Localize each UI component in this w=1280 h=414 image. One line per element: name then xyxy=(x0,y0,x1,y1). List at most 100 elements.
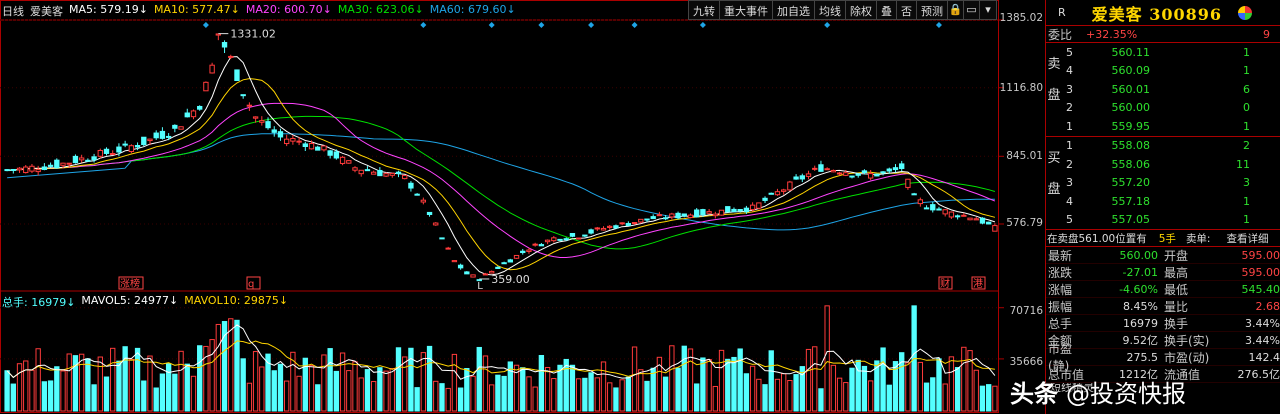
sell-order-row-2[interactable]: 2 560.00 0 xyxy=(1046,99,1280,118)
window-icon[interactable]: ▭ xyxy=(964,1,980,19)
candle-body xyxy=(712,213,719,217)
candle-body xyxy=(159,130,166,139)
down-arrow-icon: ↓ xyxy=(138,3,148,16)
volume-bar xyxy=(836,377,843,412)
candle-body xyxy=(203,81,209,92)
candle-body xyxy=(321,145,327,151)
candle-body xyxy=(656,214,663,217)
candle-body xyxy=(899,163,905,169)
pie-chart-icon[interactable] xyxy=(1238,5,1253,20)
lock-icon[interactable]: 🔒 xyxy=(948,1,964,19)
volume-bar xyxy=(209,339,215,412)
down-arrow-icon: ↓ xyxy=(230,3,240,16)
candle-body xyxy=(60,162,66,166)
order-qty: 1 xyxy=(1243,45,1250,59)
candle-body xyxy=(445,247,451,250)
candle-body xyxy=(103,148,110,154)
event-diamond-icon xyxy=(588,22,595,28)
volume-bar xyxy=(650,367,656,412)
sell-order-row-5[interactable]: 5 560.11 1 xyxy=(1046,43,1280,62)
sell-order-row-4[interactable]: 4 560.09 1 xyxy=(1046,62,1280,81)
volume-bar xyxy=(147,355,153,412)
info-label: 总手 xyxy=(1048,316,1073,331)
tag-hk: 港 xyxy=(973,278,983,290)
overlay-button[interactable]: 叠 xyxy=(877,1,897,19)
watermark-text: @投资快报 xyxy=(1066,380,1186,408)
order-qty: 1 xyxy=(1243,64,1250,78)
add-watchlist-button[interactable]: 加自选 xyxy=(773,1,815,19)
volume-bar xyxy=(520,367,526,412)
buy-order-row-5[interactable]: 5 557.05 1 xyxy=(1046,211,1280,230)
info-label: 涨幅 xyxy=(1048,282,1073,297)
volume-bar xyxy=(35,348,41,412)
candle-body xyxy=(47,164,54,167)
buy-order-row-4[interactable]: 4 557.18 1 xyxy=(1046,192,1280,211)
volume-bar xyxy=(824,305,830,412)
event-diamond-icon xyxy=(202,22,209,28)
volume-bar xyxy=(625,376,632,412)
candle-body xyxy=(619,222,625,225)
kline-chart-svg[interactable]: 1331.02 359.00 涨榜 q 财 港 L xyxy=(0,0,1045,414)
fou-button[interactable]: 否 xyxy=(897,1,917,19)
volume-bar xyxy=(134,347,141,412)
order-price: 560.01 xyxy=(1111,82,1151,96)
volume-bar xyxy=(588,372,594,412)
volume-bar xyxy=(122,346,128,412)
volume-bar xyxy=(315,384,321,412)
jiuzhuan-button[interactable]: 九转 xyxy=(689,1,720,19)
candle-body xyxy=(35,169,41,173)
candle-body xyxy=(787,181,793,191)
volume-bar xyxy=(29,369,35,412)
volume-bar xyxy=(395,347,402,412)
sell-order-row-3[interactable]: 3 560.01 6 xyxy=(1046,80,1280,99)
candle-body xyxy=(259,120,265,123)
kline-chart-area[interactable]: 1331.02 359.00 涨榜 q 财 港 L 日线 爱美客 MA5: 579.19↓ … xyxy=(0,0,1045,414)
forecast-button[interactable]: 预测 xyxy=(917,1,948,19)
volume-legend: 总手: 16979↓ MAVOL5: 24977↓ MAVOL10: 29875… xyxy=(2,294,288,310)
ex-rights-button[interactable]: 除权 xyxy=(846,1,877,19)
volume-bar xyxy=(402,356,408,412)
sell-order-row-1[interactable]: 1 559.95 1 xyxy=(1046,117,1280,136)
ma-settings-button[interactable]: 均线 xyxy=(815,1,846,19)
volume-bar xyxy=(936,358,942,412)
candle-body xyxy=(153,132,159,139)
legend-ma10: MA10: 577.47↓ xyxy=(153,3,240,16)
view-detail-link[interactable]: 查看详细 xyxy=(1226,231,1268,246)
info-value: -4.60% xyxy=(1119,282,1158,296)
candle-body xyxy=(575,237,582,240)
candle-body xyxy=(737,209,743,212)
candle-body xyxy=(482,273,489,276)
candle-body xyxy=(470,274,476,278)
info-label: 最低 xyxy=(1164,282,1189,297)
candle-body xyxy=(252,116,259,119)
volume-bar xyxy=(190,375,197,412)
candle-body xyxy=(756,202,762,209)
major-events-button[interactable]: 重大事件 xyxy=(720,1,773,19)
info-value: 16979 xyxy=(1123,316,1158,330)
down-arrow-icon: ↓ xyxy=(322,3,332,16)
candle-body xyxy=(861,170,868,174)
price-tick-0: 1385.02 xyxy=(999,12,1043,24)
candle-body xyxy=(333,151,340,159)
volume-bar xyxy=(954,367,961,412)
order-level: 5 xyxy=(1066,213,1073,227)
info-value: 545.40 xyxy=(1241,282,1280,296)
info-label: 振幅 xyxy=(1048,299,1073,314)
buy-order-row-2[interactable]: 2 558.06 11 xyxy=(1046,155,1280,174)
volume-bar xyxy=(352,361,358,412)
price-tick-1: 1116.80 xyxy=(999,82,1043,94)
volume-bar xyxy=(557,364,563,412)
buy-order-row-3[interactable]: 3 557.20 3 xyxy=(1046,174,1280,193)
volume-bar xyxy=(41,381,48,412)
order-price: 557.05 xyxy=(1111,213,1151,227)
candle-body xyxy=(706,211,712,214)
dropdown-icon[interactable]: ▾ xyxy=(980,1,996,19)
event-diamond-icon xyxy=(631,22,638,28)
volume-bar xyxy=(725,358,731,412)
buy-order-row-1[interactable]: 1 558.08 2 xyxy=(1046,137,1280,156)
volume-bar xyxy=(905,362,911,412)
volume-bar xyxy=(476,346,482,412)
volume-bar xyxy=(377,367,383,412)
candle-body xyxy=(874,173,880,177)
info-value: 3.44% xyxy=(1245,316,1280,330)
